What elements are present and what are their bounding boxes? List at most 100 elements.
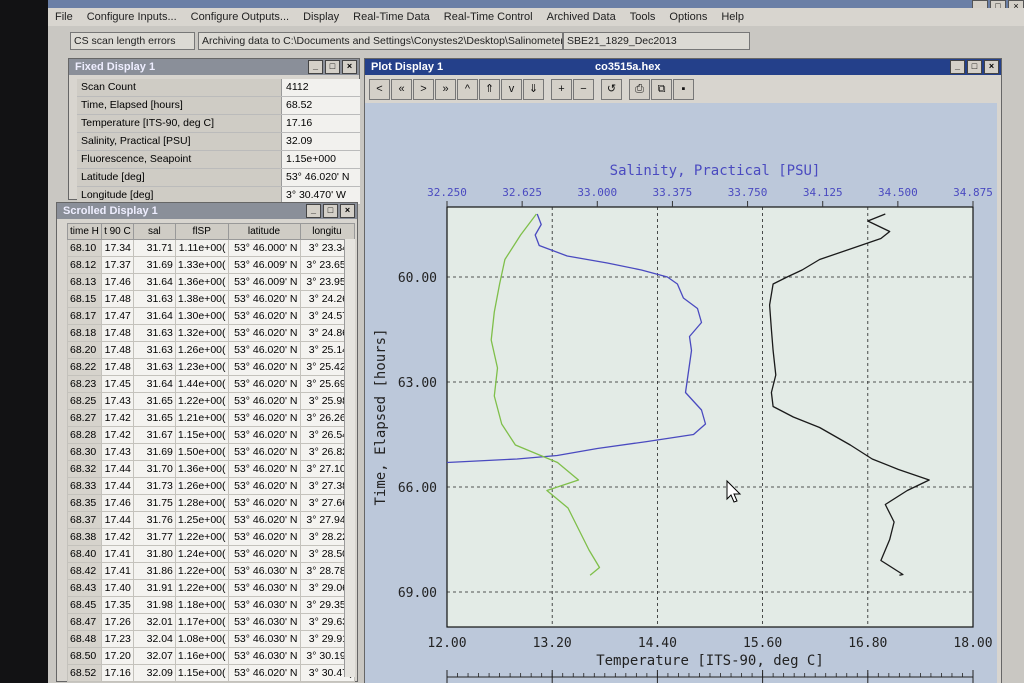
pan-up-fast-icon[interactable]: ⇑ <box>479 79 500 100</box>
zoom-out-icon[interactable]: − <box>573 79 594 100</box>
menu-tools[interactable]: Tools <box>623 11 663 23</box>
minimize-icon[interactable]: _ <box>306 204 321 218</box>
table-cell: 17.47 <box>100 307 134 325</box>
table-cell: 17.44 <box>100 511 134 529</box>
pan-left-icon[interactable]: < <box>369 79 390 100</box>
table-cell: 1.22e+00( <box>174 392 229 410</box>
column-header[interactable]: sal <box>132 223 176 240</box>
fixed-value: 32.09 <box>282 133 360 150</box>
menu-file[interactable]: File <box>48 11 80 23</box>
table-cell: 17.48 <box>100 341 134 359</box>
table-cell: 68.13 <box>67 273 102 291</box>
monitor-bezel <box>0 0 48 683</box>
fixed-display-title-bar[interactable]: Fixed Display 1 _ □ × <box>69 59 359 75</box>
x-top-tick-label: 34.875 <box>953 186 993 199</box>
table-row: 68.28 17.42 31.67 1.15e+00(53° 46.020' N 3° … <box>67 426 355 444</box>
column-header[interactable]: time H <box>67 223 102 240</box>
reset-view-icon[interactable]: ↺ <box>601 79 622 100</box>
vertical-scrollbar[interactable] <box>344 239 355 677</box>
table-cell: 53° 46.020' N <box>227 409 301 427</box>
table-cell: 1.08e+00( <box>174 630 229 648</box>
pan-up-icon[interactable]: ^ <box>457 79 478 100</box>
x-bottom-tick-label: 13.20 <box>533 636 572 651</box>
table-cell: 53° 46.020' N <box>227 494 301 512</box>
table-cell: 53° 46.020' N <box>227 290 301 308</box>
table-cell: 68.18 <box>67 324 102 342</box>
x-top-tick-label: 32.625 <box>502 186 542 199</box>
status-archiving-path: Archiving data to C:\Documents and Setti… <box>198 32 563 50</box>
app-title-bar: _ □ × <box>48 0 1024 13</box>
table-cell: 17.35 <box>100 596 134 614</box>
table-row: 68.25 17.43 31.65 1.22e+00(53° 46.020' N 3° … <box>67 392 355 410</box>
scrolled-display-title-bar[interactable]: Scrolled Display 1 _ □ × <box>57 203 357 219</box>
fixed-display-controls: _ □ × <box>306 60 357 74</box>
x-top-tick-label: 33.000 <box>577 186 617 199</box>
table-cell: 53° 46.020' N <box>227 392 301 410</box>
close-icon[interactable]: × <box>984 60 999 74</box>
menu-options[interactable]: Options <box>662 11 714 23</box>
table-cell: 31.76 <box>132 511 176 529</box>
table-row: 68.52 17.16 32.09 1.15e+00(53° 46.020' N 3° … <box>67 664 355 682</box>
fixed-row: Scan Count 4112 <box>77 79 360 97</box>
pan-left-fast-icon[interactable]: « <box>391 79 412 100</box>
menu-configure-inputs[interactable]: Configure Inputs... <box>80 11 184 23</box>
column-header[interactable]: latitude <box>227 223 301 240</box>
plot-display-title: Plot Display 1 <box>371 61 444 73</box>
menu-display[interactable]: Display <box>296 11 346 23</box>
table-cell: 1.26e+00( <box>174 477 229 495</box>
plot-display-title-bar[interactable]: Plot Display 1 co3515a.hex _ □ × <box>365 59 1001 75</box>
table-cell: 17.46 <box>100 494 134 512</box>
y-tick-label: 66.00 <box>398 481 437 496</box>
application-screen: _ □ × File Configure Inputs... Configure… <box>48 0 1024 683</box>
table-cell: 17.42 <box>100 409 134 427</box>
maximize-icon[interactable]: □ <box>967 60 982 74</box>
table-row: 68.12 17.37 31.69 1.33e+00(53° 46.009' N 3° … <box>67 256 355 274</box>
column-header[interactable]: longitu <box>299 223 355 240</box>
table-cell: 53° 46.030' N <box>227 630 301 648</box>
column-header[interactable]: t 90 C <box>100 223 134 240</box>
table-cell: 68.48 <box>67 630 102 648</box>
table-cell: 1.44e+00( <box>174 375 229 393</box>
table-cell: 17.44 <box>100 477 134 495</box>
table-cell: 1.21e+00( <box>174 409 229 427</box>
menu-configure-outputs[interactable]: Configure Outputs... <box>184 11 296 23</box>
maximize-icon[interactable]: □ <box>323 204 338 218</box>
pan-down-icon[interactable]: v <box>501 79 522 100</box>
close-icon[interactable]: × <box>342 60 357 74</box>
pan-right-icon[interactable]: > <box>413 79 434 100</box>
table-row: 68.20 17.48 31.63 1.26e+00(53° 46.020' N 3° … <box>67 341 355 359</box>
print-icon[interactable]: ⎙ <box>629 79 650 100</box>
table-cell: 17.42 <box>100 528 134 546</box>
table-row: 68.48 17.23 32.04 1.08e+00(53° 46.030' N 3° … <box>67 630 355 648</box>
zoom-in-icon[interactable]: + <box>551 79 572 100</box>
table-cell: 17.42 <box>100 426 134 444</box>
save-icon[interactable]: ▪ <box>673 79 694 100</box>
table-cell: 53° 46.020' N <box>227 511 301 529</box>
copy-icon[interactable]: ⧉ <box>651 79 672 100</box>
minimize-icon[interactable]: _ <box>308 60 323 74</box>
table-row: 68.35 17.46 31.75 1.28e+00(53° 46.020' N 3° … <box>67 494 355 512</box>
menu-help[interactable]: Help <box>714 11 751 23</box>
close-icon[interactable]: × <box>340 204 355 218</box>
table-row: 68.15 17.48 31.63 1.38e+00(53° 46.020' N 3° … <box>67 290 355 308</box>
column-header[interactable]: flSP <box>174 223 229 240</box>
table-cell: 17.48 <box>100 358 134 376</box>
table-cell: 17.44 <box>100 460 134 478</box>
fixed-row: Latitude [deg] 53° 46.020' N <box>77 169 360 187</box>
fixed-label: Salinity, Practical [PSU] <box>77 133 282 150</box>
table-cell: 17.26 <box>100 613 134 631</box>
plot-chart[interactable]: 60.00 63.00 66.00 69.00 12.00 13.20 14.40 15.60… <box>365 103 997 683</box>
minimize-icon[interactable]: _ <box>950 60 965 74</box>
pan-down-fast-icon[interactable]: ⇓ <box>523 79 544 100</box>
maximize-icon[interactable]: □ <box>325 60 340 74</box>
menu-archived-data[interactable]: Archived Data <box>540 11 623 23</box>
menu-real-time-control[interactable]: Real-Time Control <box>437 11 540 23</box>
fixed-label: Scan Count <box>77 79 282 96</box>
table-cell: 31.63 <box>132 341 176 359</box>
menu-real-time-data[interactable]: Real-Time Data <box>346 11 437 23</box>
pan-right-fast-icon[interactable]: » <box>435 79 456 100</box>
table-row: 68.47 17.26 32.01 1.17e+00(53° 46.030' N 3° … <box>67 613 355 631</box>
fixed-value: 53° 46.020' N <box>282 169 360 186</box>
table-row: 68.42 17.41 31.86 1.22e+00(53° 46.030' N 3° … <box>67 562 355 580</box>
table-cell: 53° 46.020' N <box>227 307 301 325</box>
